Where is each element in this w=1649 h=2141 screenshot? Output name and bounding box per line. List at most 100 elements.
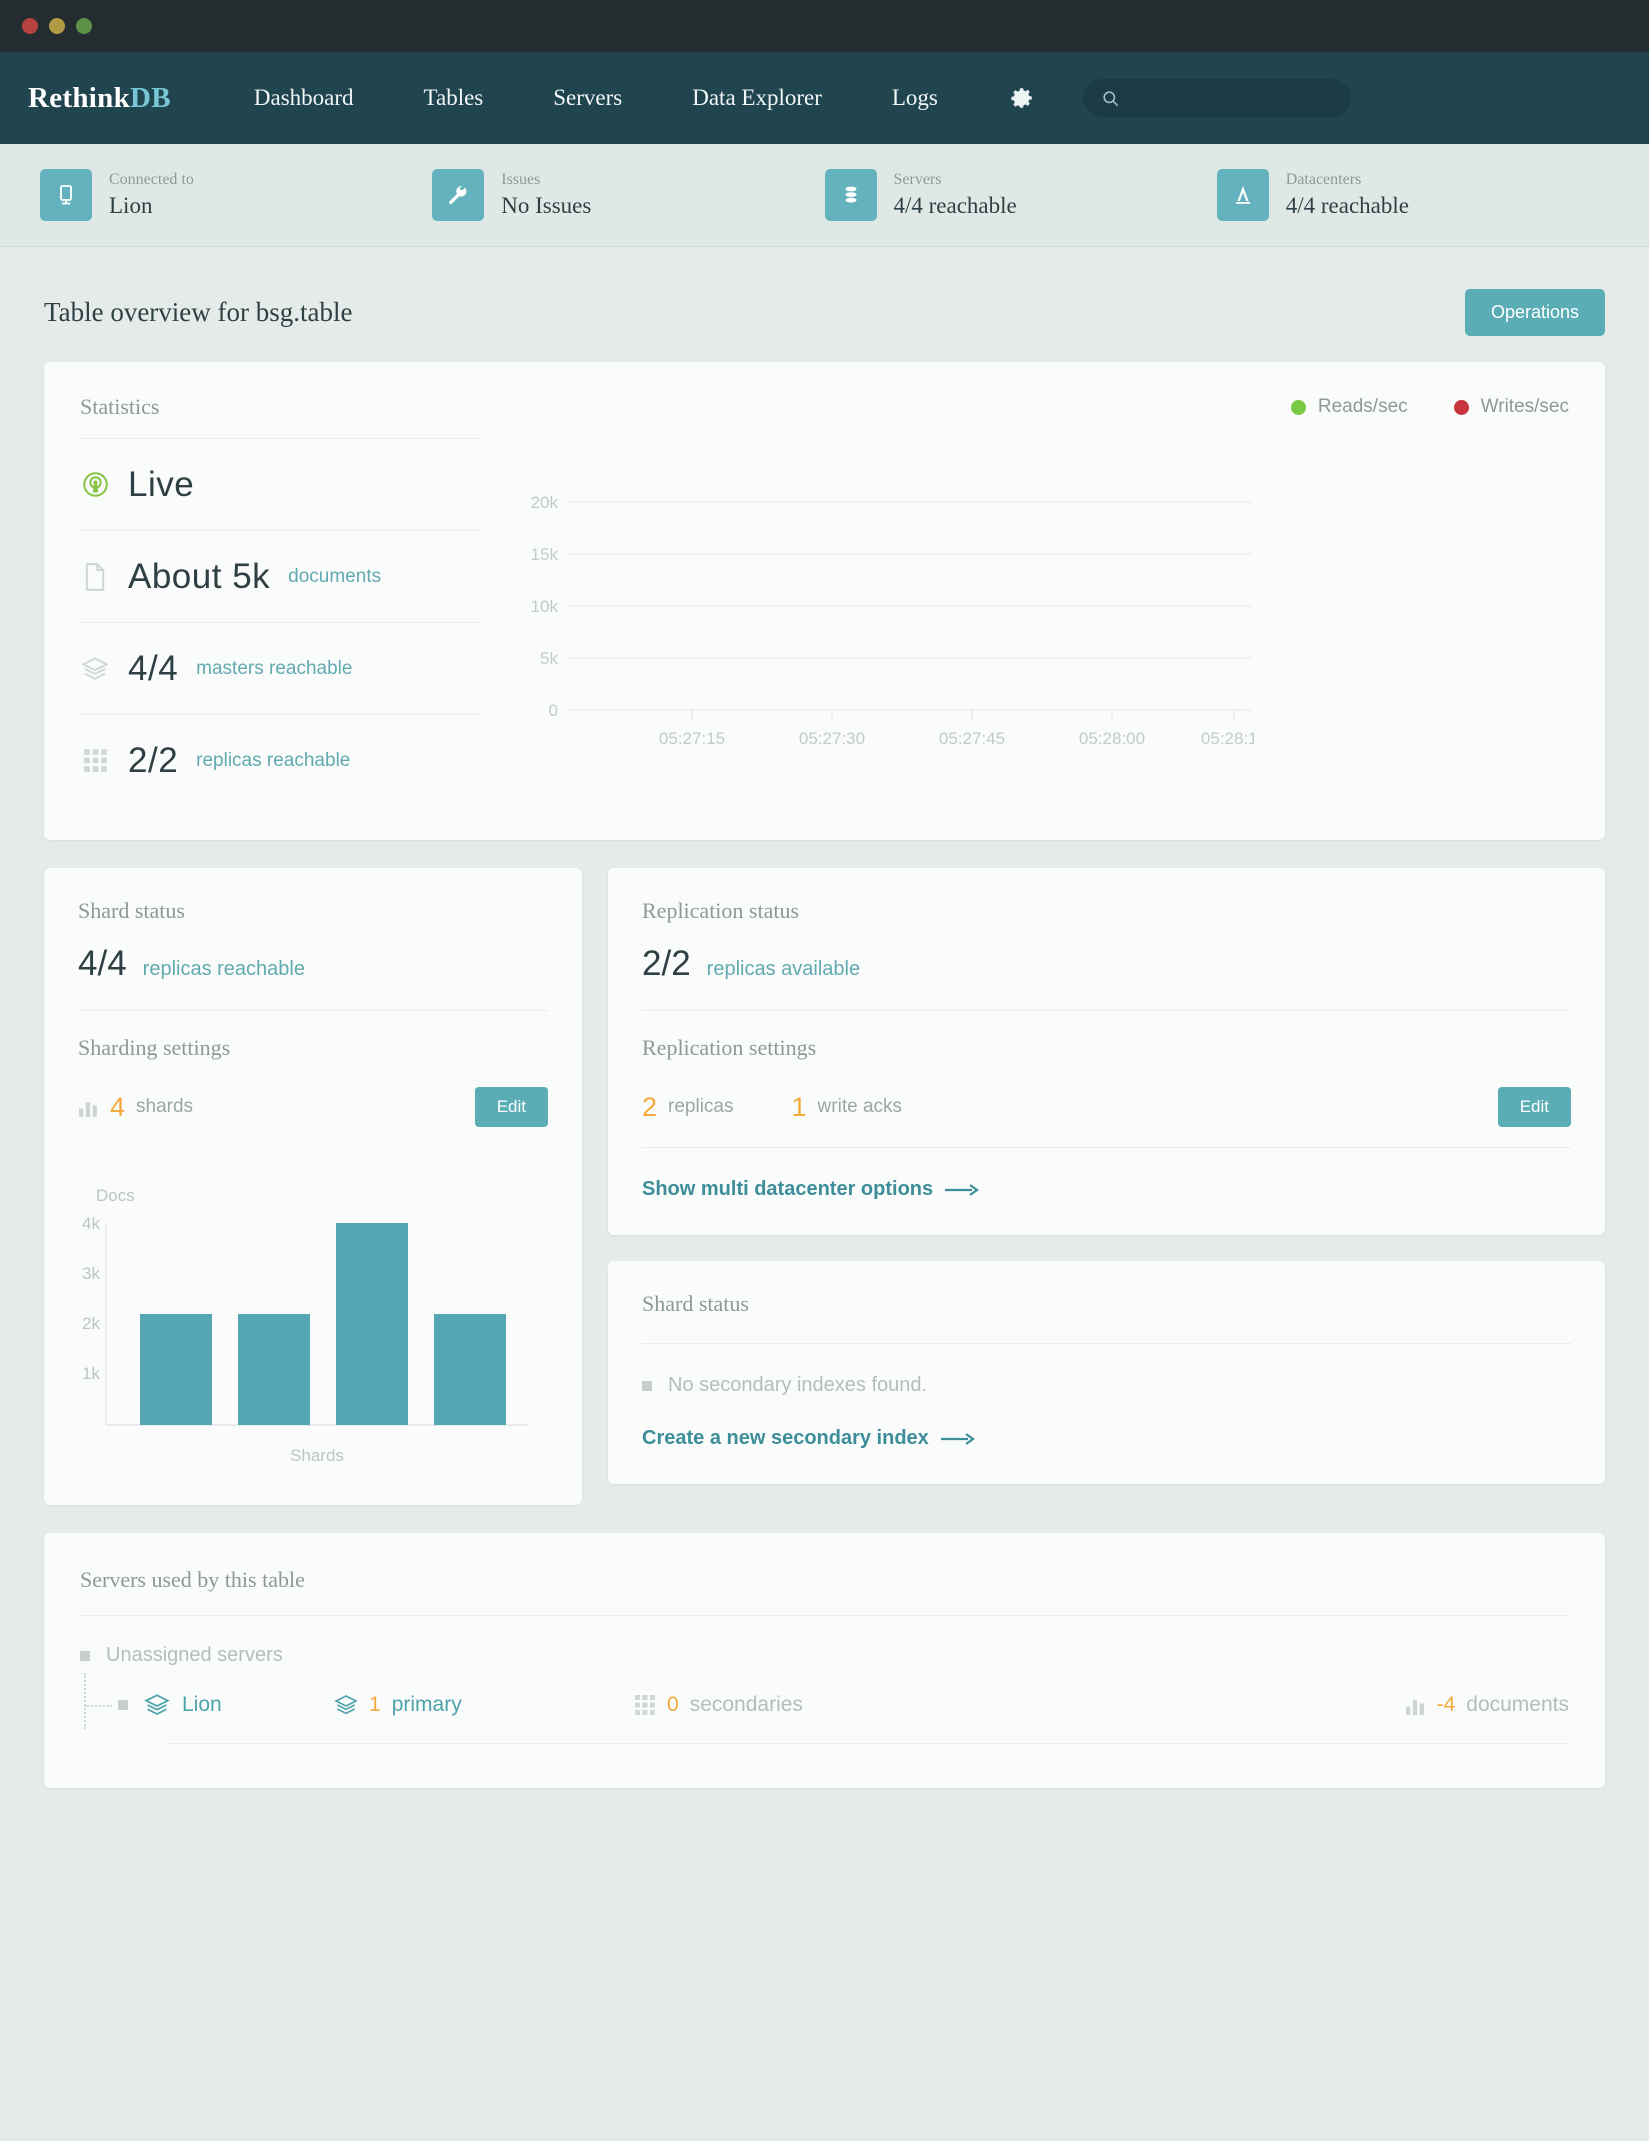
search-input[interactable]: [1129, 89, 1320, 107]
xtick-5: 05:28:15: [1201, 729, 1254, 748]
maximize-window-button[interactable]: [76, 18, 92, 34]
layers-icon: [334, 1695, 358, 1715]
sharding-settings-title: Sharding settings: [78, 1035, 231, 1060]
replication-value-row: 2/2 replicas available: [642, 924, 1571, 1010]
wrench-icon: [449, 185, 467, 205]
server-row-rule: [168, 1743, 1569, 1744]
shards-label: shards: [136, 1096, 194, 1117]
unassigned-servers-group: Unassigned servers: [80, 1616, 1569, 1667]
stat-row-masters: 4/4 masters reachable: [80, 622, 480, 714]
grid-icon: [80, 748, 110, 773]
shard-status-card: Shard status 4/4 replicas reachable Shar…: [44, 868, 582, 1505]
operations-button[interactable]: Operations: [1464, 289, 1605, 336]
settings-button[interactable]: [973, 85, 1071, 111]
monitor-icon: [60, 185, 72, 205]
documents-count: -4: [1436, 1693, 1456, 1716]
servers-used-card: Servers used by this table Unassigned se…: [44, 1533, 1605, 1788]
stat-row-documents: About 5k documents: [80, 530, 480, 622]
write-acks-label: write acks: [817, 1096, 903, 1117]
shards-count: 4: [110, 1091, 126, 1122]
legend-swatch-writes: [1453, 399, 1469, 415]
bar-ytick-1k: 1k: [82, 1364, 100, 1383]
app-logo[interactable]: RethinkDB: [28, 82, 171, 115]
legend-label-reads: Reads/sec: [1317, 396, 1408, 417]
detail-columns: Shard status 4/4 replicas reachable Shar…: [44, 868, 1605, 1505]
server-link-lion[interactable]: Lion: [144, 1693, 334, 1717]
bar-ytick-4k: 4k: [82, 1214, 100, 1233]
page-title: Table overview for bsg.table: [44, 297, 353, 327]
search-icon: [1103, 90, 1118, 106]
close-window-button[interactable]: [22, 18, 38, 34]
nav-tables[interactable]: Tables: [389, 85, 519, 111]
status-servers: Servers 4/4 reachable: [824, 169, 1217, 221]
ytick-5k: 5k: [540, 649, 558, 668]
status-connected-to: Connected to Lion: [40, 169, 432, 221]
xtick-4: 05:28:00: [1079, 729, 1145, 748]
replication-value: 2/2: [642, 944, 691, 983]
status-strip: Connected to Lion Issues No Issues Serve…: [0, 144, 1649, 247]
status-value: 4/4 reachable: [1285, 192, 1409, 218]
replication-card: Replication status 2/2 replicas availabl…: [608, 868, 1605, 1235]
main-navbar: RethinkDB Dashboard Tables Servers Data …: [0, 52, 1649, 144]
show-multi-datacenter-link[interactable]: Show multi datacenter options: [642, 1148, 980, 1201]
bar-shard-2: [238, 1314, 310, 1425]
bar-shard-1: [140, 1314, 212, 1425]
server-name-label: Lion: [182, 1693, 222, 1716]
legend-item-writes: Writes/sec: [1453, 396, 1569, 418]
document-icon: [80, 562, 110, 591]
xtick-2: 05:27:30: [799, 729, 865, 748]
shard-status-value-sub: replicas reachable: [142, 958, 305, 980]
database-icon-box: [824, 169, 877, 221]
nav-dashboard[interactable]: Dashboard: [219, 85, 389, 111]
write-acks-setting: 1 write acks: [792, 1092, 903, 1123]
nav-servers[interactable]: Servers: [518, 85, 657, 111]
statistics-metrics: Live About 5k documents 4/4 masters reac…: [80, 438, 480, 806]
nav-links: Dashboard Tables Servers Data Explorer L…: [219, 85, 1071, 111]
stat-value-documents: About 5k: [128, 556, 271, 596]
replication-column: Replication status 2/2 replicas availabl…: [608, 868, 1605, 1505]
statistics-line-chart: 20k 15k 10k 5k 0 05:27:15 05:27:30 05:27…: [480, 438, 1569, 806]
window-traffic-lights: [22, 18, 92, 34]
square-bullet-icon: [118, 1700, 128, 1710]
square-bullet-icon: [642, 1380, 652, 1391]
server-secondaries-stat: 0 secondaries: [634, 1693, 934, 1717]
minimize-window-button[interactable]: [49, 18, 65, 34]
status-value: No Issues: [501, 192, 592, 218]
status-label: Servers: [893, 171, 942, 189]
nav-logs[interactable]: Logs: [857, 85, 973, 111]
shards-setting: 4 shards: [78, 1092, 193, 1123]
edit-sharding-button[interactable]: Edit: [474, 1087, 548, 1127]
replication-settings-title: Replication settings: [642, 1035, 817, 1060]
xtick-1: 05:27:15: [659, 729, 725, 748]
servers-used-title: Servers used by this table: [80, 1567, 305, 1592]
secondary-indexes-title: Shard status: [642, 1291, 749, 1316]
nav-data-explorer[interactable]: Data Explorer: [657, 85, 857, 111]
replicas-label: replicas: [668, 1096, 734, 1117]
secondaries-count: 0: [667, 1693, 679, 1716]
live-broadcast-icon: [80, 471, 110, 498]
layers-icon: [80, 656, 110, 682]
square-bullet-icon: [80, 1650, 90, 1661]
status-value: Lion: [109, 192, 153, 218]
replicas-setting: 2 replicas: [642, 1092, 734, 1123]
tree-connector-elbow: [84, 1705, 112, 1707]
legend-item-reads: Reads/sec: [1290, 396, 1408, 418]
edit-replication-button[interactable]: Edit: [1497, 1087, 1571, 1127]
status-value: 4/4 reachable: [893, 192, 1017, 218]
shard-column: Shard status 4/4 replicas reachable Shar…: [44, 868, 582, 1505]
statistics-body: Live About 5k documents 4/4 masters reac…: [80, 438, 1569, 806]
secondary-indexes-empty-message: No secondary indexes found.: [668, 1374, 928, 1396]
bar-chart-svg: Docs 4k 3k 2k 1k Shards: [82, 1186, 528, 1465]
primary-count: 1: [369, 1693, 381, 1716]
stat-value-live: Live: [128, 464, 195, 504]
grid-icon: [635, 1695, 655, 1715]
datacenter-icon-box: [1216, 169, 1269, 221]
stat-value-masters: 4/4: [128, 648, 179, 688]
status-label: Datacenters: [1285, 171, 1362, 189]
stat-sub-replicas: replicas reachable: [196, 749, 351, 771]
search-box[interactable]: [1082, 79, 1351, 117]
replication-settings-row: 2 replicas 1 write acks Edit: [642, 1061, 1571, 1147]
create-secondary-index-link[interactable]: Create a new secondary index: [642, 1397, 975, 1450]
datacenter-icon: [1235, 186, 1250, 204]
write-acks-count: 1: [791, 1091, 807, 1122]
